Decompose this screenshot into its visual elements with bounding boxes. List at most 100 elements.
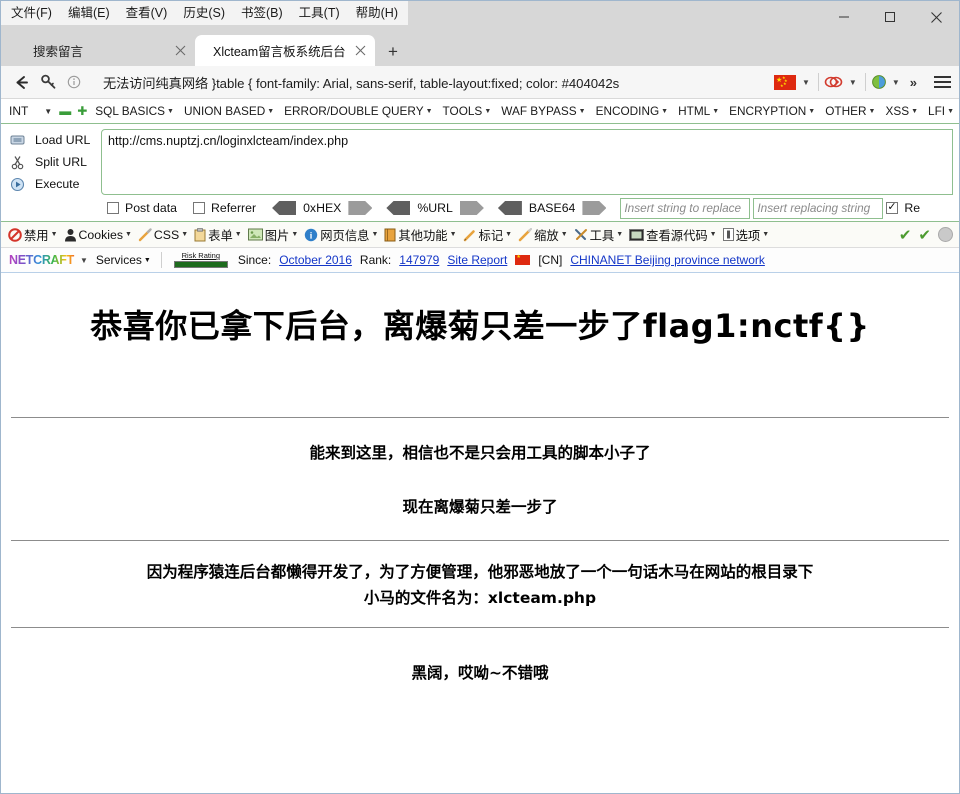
site-report-link[interactable]: Site Report xyxy=(443,253,511,267)
key-icon[interactable] xyxy=(35,69,63,95)
sqlbar-item-encoding[interactable]: ENCODING ▼ xyxy=(591,104,674,118)
label: ENCODING xyxy=(595,104,660,118)
chevron-down-icon[interactable]: ▼ xyxy=(798,78,814,87)
sqlbar-item-encryption[interactable]: ENCRYPTION ▼ xyxy=(724,104,820,118)
replace-find-input[interactable]: Insert string to replace xyxy=(620,197,751,219)
hackbar-url-input[interactable]: http://cms.nuptzj.cn/loginxlcteam/index.… xyxy=(101,129,953,195)
hex-decode-button[interactable] xyxy=(272,201,297,215)
toolbar-item-tools[interactable]: 工具 ▼ xyxy=(571,226,627,244)
address-bar[interactable]: 无法访问纯真网络 }table { font-family: Arial, sa… xyxy=(85,68,768,96)
sqlbar-item-waf-bypass[interactable]: WAF BYPASS ▼ xyxy=(496,104,590,118)
since-value-link[interactable]: October 2016 xyxy=(275,253,356,267)
menu-file[interactable]: 文件(F) xyxy=(3,2,60,25)
netcraft-logo: NETCRAFT xyxy=(9,253,74,267)
execute-button[interactable]: Execute xyxy=(1,173,101,195)
menu-help[interactable]: 帮助(H) xyxy=(348,2,406,25)
menu-bookmarks[interactable]: 书签(B) xyxy=(233,2,291,25)
post-data-checkbox[interactable]: Post data xyxy=(107,201,177,215)
toolbar-item-css[interactable]: CSS ▼ xyxy=(135,228,191,242)
url-label: %URL xyxy=(417,201,453,215)
menu-tools[interactable]: 工具(T) xyxy=(291,2,348,25)
toolbar-item-disable[interactable]: 禁用 ▼ xyxy=(5,226,61,244)
split-url-label: Split URL xyxy=(35,155,87,169)
injection-type-select[interactable]: INT ▼ xyxy=(4,100,57,122)
chevron-down-icon[interactable]: ▼ xyxy=(76,256,92,265)
label: 网页信息 xyxy=(320,228,370,243)
page-title: 恭喜你已拿下后台，离爆菊只差一步了flag1:nctf{} xyxy=(90,307,870,345)
check-green-icon[interactable]: ✔ xyxy=(899,226,912,244)
chevron-down-icon[interactable]: ▼ xyxy=(845,78,861,87)
chevron-down-icon: ▼ xyxy=(868,107,876,115)
menu-history[interactable]: 历史(S) xyxy=(175,2,233,25)
overflow-chevron-icon[interactable]: » xyxy=(904,75,923,90)
sqlbar-item-html[interactable]: HTML ▼ xyxy=(673,104,724,118)
sqlbar-item-other[interactable]: OTHER ▼ xyxy=(820,104,880,118)
check-green-icon[interactable]: ✔ xyxy=(918,226,931,244)
tab-label: Xlcteam留言板系统后台 xyxy=(213,45,346,59)
chevron-down-icon: ▼ xyxy=(449,231,457,238)
chevron-down-icon: ▼ xyxy=(661,107,669,115)
toolbar-item-view-source[interactable]: 查看源代码 ▼ xyxy=(626,226,719,244)
hex-encode-button[interactable] xyxy=(348,201,373,215)
risk-rating-label: Risk Rating xyxy=(181,251,220,260)
tab-search-messages[interactable]: 搜索留言 xyxy=(15,35,195,66)
toolbar-item-zoom[interactable]: 缩放 ▼ xyxy=(515,226,571,244)
chevron-down-icon: ▼ xyxy=(712,107,720,115)
toolbar-item-forms[interactable]: 表单 ▼ xyxy=(191,226,245,244)
cookie-swirl-icon[interactable] xyxy=(823,73,845,91)
network-link[interactable]: CHINANET Beijing province network xyxy=(566,253,769,267)
sqlbar-item-sql-basics[interactable]: SQL BASICS ▼ xyxy=(90,104,179,118)
close-icon[interactable] xyxy=(913,1,959,33)
close-icon[interactable] xyxy=(351,42,369,60)
sqlbar-item-xss[interactable]: XSS ▼ xyxy=(880,104,923,118)
url-decode-button[interactable] xyxy=(386,201,411,215)
chevron-down-icon: ▼ xyxy=(167,107,174,115)
netcraft-services-menu[interactable]: Services ▼ xyxy=(92,253,155,267)
chevron-down-icon[interactable]: ▼ xyxy=(888,78,904,87)
minimize-icon[interactable] xyxy=(821,1,867,33)
menu-view[interactable]: 查看(V) xyxy=(118,2,176,25)
toolbar-status-icons: ✔ ✔ xyxy=(899,226,953,244)
url-encode-button[interactable] xyxy=(459,201,484,215)
toolbar-item-images[interactable]: 图片 ▼ xyxy=(245,226,302,244)
sqlbar-item-union-based[interactable]: UNION BASED ▼ xyxy=(179,104,279,118)
maximize-icon[interactable] xyxy=(867,1,913,33)
grey-circle-icon[interactable] xyxy=(938,227,953,242)
split-url-button[interactable]: Split URL xyxy=(1,151,101,173)
toolbar-item-other-functions[interactable]: 其他功能 ▼ xyxy=(381,226,459,244)
chevron-down-icon: ▼ xyxy=(143,256,151,264)
plus-icon[interactable]: ✚ xyxy=(77,104,87,118)
sqlbar-item-lfi[interactable]: LFI ▼ xyxy=(923,104,959,118)
toolbar-item-markers[interactable]: 标记 ▼ xyxy=(460,226,516,244)
close-icon[interactable] xyxy=(171,42,189,60)
sqlbar-item-error-double-query[interactable]: ERROR/DOUBLE QUERY ▼ xyxy=(279,104,437,118)
minus-icon[interactable]: ▬ xyxy=(59,104,71,118)
browser-window: 文件(F) 编辑(E) 查看(V) 历史(S) 书签(B) 工具(T) 帮助(H… xyxy=(0,0,960,794)
replace-with-input[interactable]: Insert replacing string xyxy=(753,197,884,219)
rank-value-link[interactable]: 147979 xyxy=(395,253,443,267)
toolbar-item-page-info[interactable]: i 网页信息 ▼ xyxy=(301,226,381,244)
load-url-button[interactable]: Load URL xyxy=(1,129,101,151)
sqlbar-item-tools[interactable]: TOOLS ▼ xyxy=(438,104,497,118)
new-tab-button[interactable]: + xyxy=(379,38,407,66)
window-controls xyxy=(821,1,959,33)
china-flag-icon[interactable]: ★ ★ ★ ★ ★ xyxy=(774,74,796,90)
paragraph: 能来到这里，相信也不是只会用工具的脚本小子了 xyxy=(309,444,651,462)
globe-icon[interactable] xyxy=(870,73,888,91)
tab-xlcteam-admin[interactable]: Xlcteam留言板系统后台 xyxy=(195,35,375,66)
label: TOOLS xyxy=(442,104,483,118)
back-arrow-icon[interactable] xyxy=(7,69,35,95)
toolbar-item-cookies[interactable]: Cookies ▼ xyxy=(61,228,135,242)
menu-edit[interactable]: 编辑(E) xyxy=(60,2,118,25)
info-icon[interactable] xyxy=(63,75,85,89)
hamburger-menu-icon[interactable] xyxy=(927,68,957,96)
referrer-checkbox[interactable]: Referrer xyxy=(192,201,256,215)
chevron-down-icon: ▼ xyxy=(616,231,624,238)
label: ENCRYPTION xyxy=(729,104,807,118)
base64-encode-button[interactable] xyxy=(582,201,607,215)
base64-decode-button[interactable] xyxy=(497,201,522,215)
paragraph: 小马的文件名为：xlcteam.php xyxy=(363,589,597,607)
divider xyxy=(817,73,819,91)
toolbar-item-options[interactable]: 选项 ▼ xyxy=(720,226,773,244)
replace-checkbox[interactable]: Re xyxy=(886,200,920,215)
